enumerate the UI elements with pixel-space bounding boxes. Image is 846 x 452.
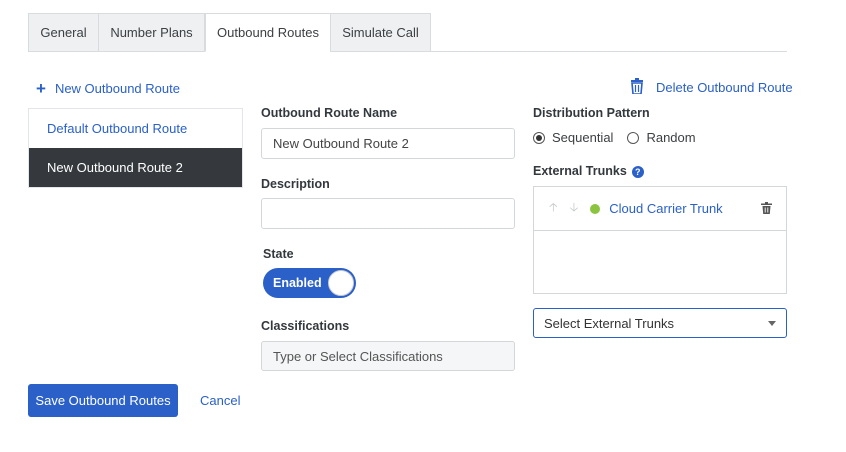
route-item-new-2[interactable]: New Outbound Route 2	[29, 148, 242, 187]
state-toggle[interactable]: Enabled	[263, 268, 356, 298]
trunk-name[interactable]: Cloud Carrier Trunk	[609, 201, 722, 216]
tab-bar: General Number Plans Outbound Routes Sim…	[28, 13, 787, 52]
route-name-label: Outbound Route Name	[261, 106, 398, 120]
trash-icon	[630, 78, 644, 97]
route-list: Default Outbound Route New Outbound Rout…	[28, 108, 243, 188]
arrow-up-icon[interactable]: 🡡	[549, 198, 558, 219]
external-trunks-label: External Trunks	[533, 164, 627, 178]
select-external-trunks[interactable]: Select External Trunks	[533, 308, 787, 338]
state-toggle-label: Enabled	[273, 276, 322, 290]
route-name-value: New Outbound Route 2	[273, 136, 409, 151]
save-outbound-routes-button[interactable]: Save Outbound Routes	[28, 384, 178, 417]
cancel-button[interactable]: Cancel	[200, 393, 240, 408]
classifications-placeholder: Type or Select Classifications	[273, 348, 443, 364]
toggle-knob	[328, 270, 354, 296]
trash-icon[interactable]	[761, 202, 772, 217]
caret-down-icon	[768, 321, 776, 326]
distribution-options: Sequential Random	[533, 130, 710, 145]
trunk-row: 🡡 🡣 Cloud Carrier Trunk	[534, 187, 786, 231]
plus-icon: +	[36, 78, 46, 98]
new-outbound-route-button[interactable]: + New Outbound Route	[36, 78, 180, 98]
route-name-input[interactable]: New Outbound Route 2	[261, 128, 515, 159]
tab-simulate-call[interactable]: Simulate Call	[330, 13, 431, 52]
radio-sequential[interactable]	[533, 131, 545, 144]
description-label: Description	[261, 177, 330, 191]
distribution-pattern-label: Distribution Pattern	[533, 106, 650, 120]
tab-general[interactable]: General	[28, 13, 99, 52]
radio-random-label: Random	[646, 130, 696, 145]
delete-outbound-route-button[interactable]: Delete Outbound Route	[630, 78, 793, 97]
radio-random[interactable]	[627, 131, 640, 144]
delete-outbound-route-label: Delete Outbound Route	[656, 80, 793, 95]
select-external-trunks-label: Select External Trunks	[544, 315, 675, 331]
external-trunks-heading: External Trunks?	[533, 164, 644, 178]
classifications-label: Classifications	[261, 319, 350, 333]
radio-sequential-label: Sequential	[552, 130, 614, 145]
tab-outbound-routes[interactable]: Outbound Routes	[205, 13, 331, 52]
new-outbound-route-label: New Outbound Route	[54, 81, 180, 96]
route-item-default[interactable]: Default Outbound Route	[29, 109, 242, 148]
status-dot	[590, 203, 601, 214]
arrow-down-icon[interactable]: 🡣	[570, 198, 579, 219]
external-trunks-list: 🡡 🡣 Cloud Carrier Trunk	[533, 186, 787, 294]
state-label: State	[263, 247, 294, 261]
question-circle-icon[interactable]: ?	[631, 165, 644, 178]
classifications-input[interactable]: Type or Select Classifications	[261, 341, 515, 371]
tab-number-plans[interactable]: Number Plans	[98, 13, 205, 52]
description-input[interactable]	[261, 198, 515, 229]
